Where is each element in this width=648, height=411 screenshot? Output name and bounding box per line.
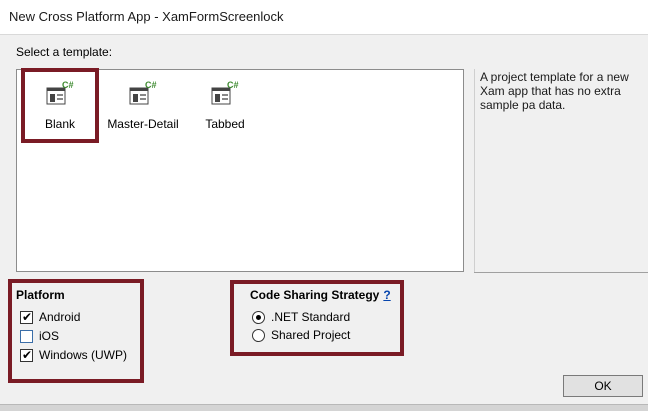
blank-highlight-box [21,68,99,143]
windows-uwp-checkbox[interactable]: ✔ [20,347,33,362]
net-standard-label: .NET Standard [271,310,351,324]
net-standard-radio[interactable] [252,310,265,324]
template-tabbed-label: Tabbed [205,117,245,131]
code-sharing-net-standard[interactable]: .NET Standard [252,310,350,324]
help-link[interactable]: ? [383,288,390,302]
description-bottom-line [474,272,648,273]
ok-button[interactable]: OK [563,375,643,397]
platform-ios[interactable]: iOS [20,329,59,343]
window-title: New Cross Platform App - XamFormScreenlo… [9,9,284,24]
template-master-detail-label: Master-Detail [107,117,179,131]
csharp-badge: C# [227,80,239,90]
description-divider [474,69,475,272]
shared-project-radio[interactable] [252,328,265,342]
template-description: A project template for a new Xam app tha… [480,70,629,112]
check-icon: ✔ [22,309,33,324]
title-bar: New Cross Platform App - XamFormScreenlo… [0,0,648,35]
shared-project-label: Shared Project [271,328,351,342]
template-tabbed[interactable]: C# Tabbed [200,80,250,131]
platform-title: Platform [16,288,65,302]
windows-uwp-label: Windows (UWP) [39,348,128,362]
tabbed-template-icon: C# [211,80,239,105]
android-checkbox[interactable]: ✔ [20,309,33,324]
check-icon: ✔ [22,347,33,362]
code-sharing-title-text: Code Sharing Strategy [250,288,380,302]
code-sharing-shared-project[interactable]: Shared Project [252,328,350,342]
code-sharing-title: Code Sharing Strategy? [250,288,391,302]
platform-windows-uwp[interactable]: ✔ Windows (UWP) [20,348,127,362]
ios-label: iOS [39,329,60,343]
android-label: Android [39,310,81,324]
select-template-label: Select a template: [16,45,113,59]
master-detail-template-icon: C# [129,80,157,105]
platform-android[interactable]: ✔ Android [20,310,80,324]
template-master-detail[interactable]: C# Master-Detail [103,80,183,131]
ios-checkbox[interactable] [20,329,33,343]
csharp-badge: C# [145,80,157,90]
